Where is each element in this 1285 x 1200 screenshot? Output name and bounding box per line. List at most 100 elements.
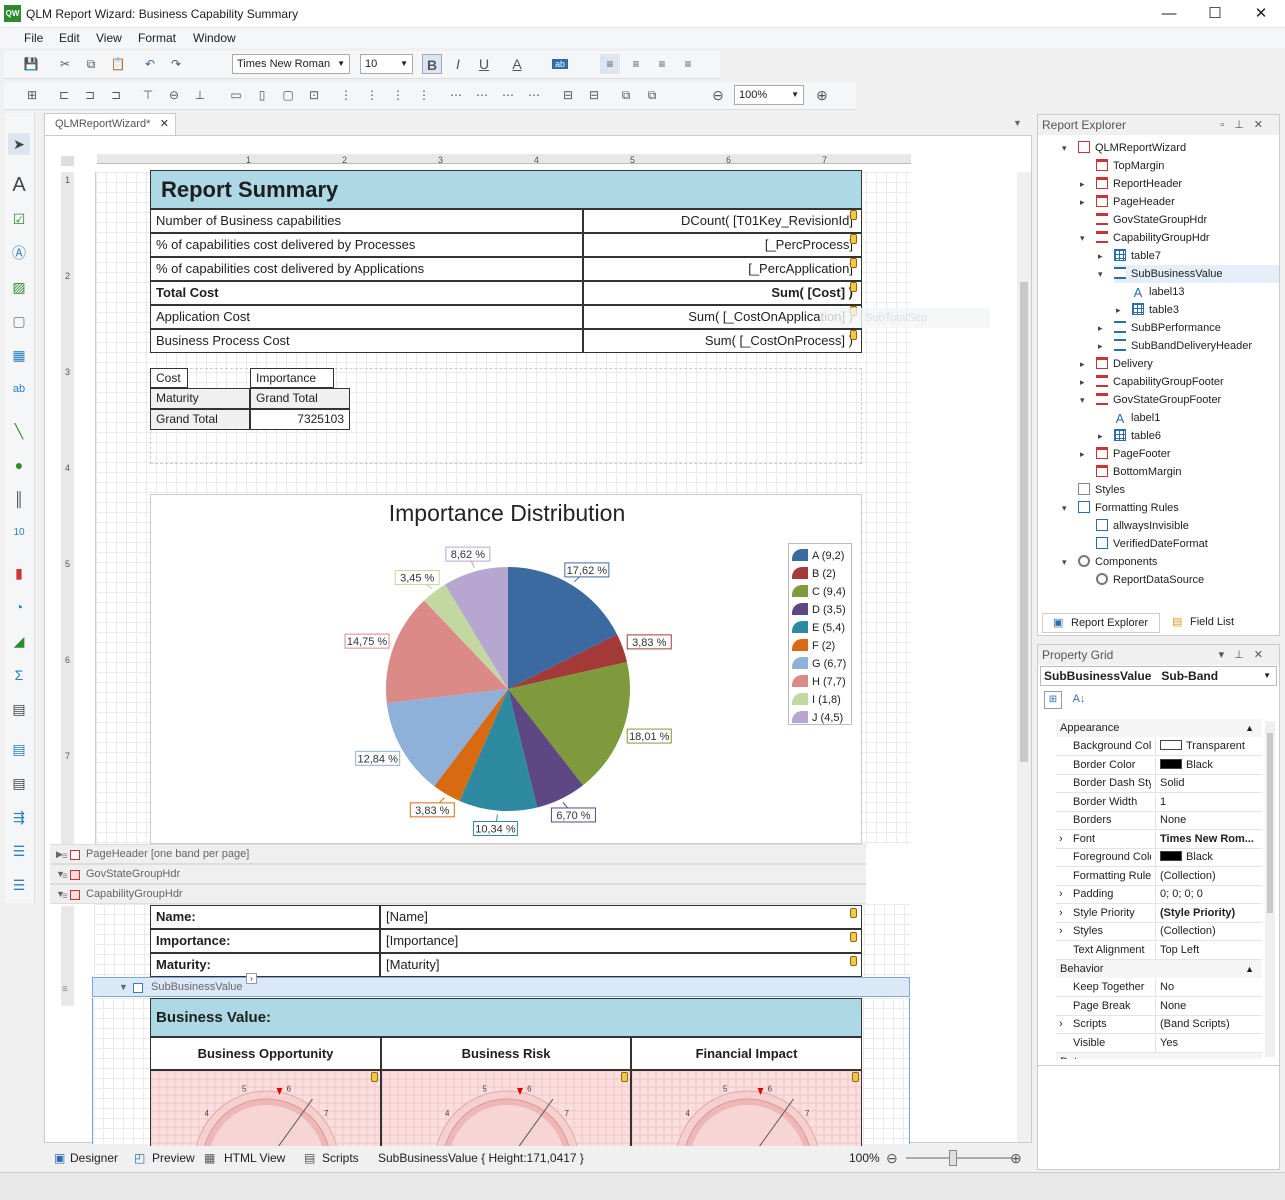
tree-expander-icon[interactable]: ▸	[1116, 301, 1121, 319]
tab-qlmreportwizard[interactable]: QLMReportWizard* ✕	[44, 113, 176, 135]
tree-item-allwaysinvisible[interactable]: allwaysInvisible	[1096, 517, 1189, 535]
status-tab-scripts[interactable]: Scripts	[322, 1146, 359, 1170]
font-color-icon[interactable]: A	[507, 54, 527, 74]
tree-item-styles[interactable]: Styles	[1078, 481, 1125, 499]
property-value[interactable]: Black	[1155, 756, 1263, 774]
back-color-icon[interactable]: ab	[551, 59, 568, 69]
tree-item-table3[interactable]: ▸ table3	[1116, 301, 1179, 319]
property-value[interactable]: Top Left	[1155, 941, 1263, 959]
zoom-slider[interactable]	[906, 1157, 1012, 1159]
tree-item-capabilitygrouphdr[interactable]: ▾ CapabilityGroupHdr	[1080, 229, 1210, 247]
expand-icon[interactable]: ›	[1059, 1016, 1063, 1033]
copy-icon[interactable]: ⧉	[81, 54, 101, 74]
tree-item-govstategroupfooter[interactable]: ▾ GovStateGroupFooter	[1080, 391, 1221, 409]
align-center-icon[interactable]: ≡	[626, 54, 646, 74]
col-financial-impact[interactable]: Financial Impact	[631, 1037, 862, 1070]
zoom-combo[interactable]: 100% ▼	[734, 85, 804, 105]
send-to-back-icon[interactable]: ⧉	[642, 85, 662, 105]
tree-expander-icon[interactable]: ▾	[1098, 265, 1103, 283]
summary-row-expression[interactable]: [_PercApplication]	[583, 257, 862, 281]
summary-row-label[interactable]: Application Cost	[150, 305, 583, 329]
summary-row-label[interactable]: % of capabilities cost delivered by Appl…	[150, 257, 583, 281]
barcode-tool-icon[interactable]: ║	[8, 488, 30, 510]
capability-row-label[interactable]: Name:	[150, 905, 380, 929]
tab-overflow-icon[interactable]: ▼	[1013, 118, 1022, 128]
band-capability-group-hdr[interactable]: ▼ CapabilityGroupHdr	[50, 884, 866, 904]
expand-icon[interactable]: ›	[1059, 923, 1063, 940]
undo-icon[interactable]: ↶	[140, 54, 160, 74]
summary-row-label[interactable]: Total Cost	[150, 281, 583, 305]
align-to-grid-icon[interactable]: ⊞	[22, 85, 42, 105]
property-value[interactable]: 1	[1155, 793, 1263, 811]
property-row[interactable]: Foreground Color Black	[1056, 849, 1262, 867]
property-row[interactable]: Text Alignment Top Left	[1056, 941, 1263, 960]
shape-tool-icon[interactable]: ●	[8, 454, 30, 476]
table-tool-icon[interactable]: ▦	[8, 344, 30, 366]
property-value[interactable]: (Band Scripts)	[1155, 1016, 1263, 1033]
bold-icon[interactable]: B	[422, 54, 442, 74]
tree-item-components[interactable]: ▾ Components	[1062, 553, 1157, 571]
tree-item-pagefooter[interactable]: ▸ PageFooter	[1080, 445, 1170, 463]
sort-alphabetical-icon[interactable]: A↓	[1070, 691, 1088, 709]
tree-expander-icon[interactable]: ▾	[1080, 229, 1085, 247]
importance-chart[interactable]: Importance Distribution 17,62 % 3,83 % 18,…	[150, 494, 862, 844]
summary-row-expression[interactable]: [_PercProcess]	[583, 233, 862, 257]
gauge-tool-icon[interactable]: ◔	[8, 596, 30, 618]
line-tool-icon[interactable]: ╲	[8, 420, 30, 442]
menu-view[interactable]: View	[96, 31, 122, 45]
property-scrollbar[interactable]	[1265, 721, 1275, 1057]
zipcode-tool-icon[interactable]: 10	[8, 522, 30, 544]
tree-item-topmargin[interactable]: TopMargin	[1096, 157, 1164, 175]
page-break-tool-icon[interactable]: ▤	[8, 772, 30, 794]
pointer-tool-icon[interactable]: ➤	[8, 133, 30, 155]
center-vertically-icon[interactable]: ⊟	[584, 85, 604, 105]
h-spacing-equal-icon[interactable]: ⋮	[336, 85, 356, 105]
h-spacing-decrease-icon[interactable]: ⋮	[388, 85, 408, 105]
tree-item-capabilitygroupfooter[interactable]: ▸ CapabilityGroupFooter	[1080, 373, 1224, 391]
menu-format[interactable]: Format	[138, 31, 176, 45]
font-name-combo[interactable]: Times New Roman ▼	[232, 54, 350, 74]
tree-item-subbusinessvalue[interactable]: ▾ SubBusinessValue	[1098, 265, 1279, 283]
tree-item-formatting rules[interactable]: ▾ Formatting Rules	[1062, 499, 1179, 517]
align-tops-icon[interactable]: ⊤	[138, 85, 158, 105]
status-zoom-in-icon[interactable]: ⊕	[1010, 1146, 1022, 1170]
picture-tool-icon[interactable]: ▨	[8, 276, 30, 298]
tab-field-list[interactable]: ▤ Field List	[1162, 613, 1262, 633]
property-row[interactable]: › Styles (Collection)	[1056, 923, 1262, 941]
char-comb-tool-icon[interactable]: ab	[8, 378, 30, 400]
v-spacing-remove-icon[interactable]: ⋯	[524, 85, 544, 105]
property-row[interactable]: Visible Yes	[1056, 1034, 1262, 1053]
checkbox-tool-icon[interactable]: ☑	[8, 208, 30, 230]
tree-expander-icon[interactable]: ▸	[1098, 337, 1103, 355]
property-row[interactable]: Keep Together No	[1056, 979, 1262, 997]
property-category[interactable]: Behavior ▲	[1056, 960, 1262, 978]
sparkline-tool-icon[interactable]: ◢	[8, 630, 30, 652]
tree-item-subbanddeliveryheader[interactable]: ▸ SubBandDeliveryHeader	[1098, 337, 1252, 355]
status-tab-preview[interactable]: Preview	[152, 1146, 195, 1170]
property-row[interactable]: Page Break None	[1056, 997, 1262, 1016]
tree-item-table7[interactable]: ▸ table7	[1098, 247, 1161, 265]
zoom-slider-thumb[interactable]	[949, 1150, 957, 1166]
property-value[interactable]: (Collection)	[1155, 923, 1263, 940]
tree-expander-icon[interactable]: ▸	[1098, 319, 1103, 337]
expand-icon[interactable]: ›	[1059, 886, 1063, 903]
tab-report-explorer[interactable]: ▣ Report Explorer	[1042, 613, 1160, 633]
object-selector[interactable]: SubBusinessValue Sub-Band ▼	[1040, 666, 1277, 686]
summary-row-label[interactable]: Number of Business capabilities	[150, 209, 583, 233]
property-row[interactable]: › Scripts (Band Scripts)	[1056, 1016, 1262, 1034]
property-row[interactable]: Border Color Black	[1056, 756, 1263, 775]
align-centers-icon[interactable]: ⊐	[80, 85, 100, 105]
property-row[interactable]: Formatting Rules (Collection)	[1056, 867, 1262, 886]
status-tab-html-view[interactable]: HTML View	[224, 1146, 285, 1170]
font-size-combo[interactable]: 10 ▼	[360, 54, 413, 74]
size-to-grid-icon[interactable]: ⊡	[304, 85, 324, 105]
align-lefts-icon[interactable]: ⊏	[54, 85, 74, 105]
collapse-icon[interactable]: ▲	[1245, 960, 1254, 978]
minimize-button[interactable]: —	[1146, 0, 1192, 28]
gauge-cell[interactable]: 12345678910	[381, 1070, 631, 1148]
tree-expander-icon[interactable]: ▸	[1080, 373, 1085, 391]
align-middles-icon[interactable]: ⊖	[164, 85, 184, 105]
summary-row-label[interactable]: % of capabilities cost delivered by Proc…	[150, 233, 583, 257]
align-right-icon[interactable]: ≡	[652, 54, 672, 74]
property-row[interactable]: › Font Times New Rom...	[1056, 830, 1262, 849]
